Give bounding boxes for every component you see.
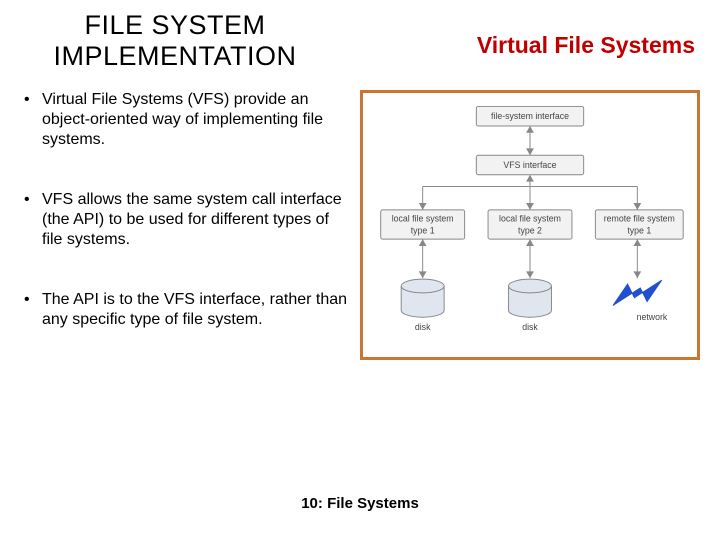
diagram-leaf1-line1: local file system (392, 214, 454, 224)
slide-footer: 10: File Systems (0, 495, 720, 512)
diagram-mid-box: VFS interface (503, 160, 556, 170)
network-label: network (637, 312, 668, 322)
bullet-list: Virtual File Systems (VFS) provide an ob… (20, 90, 350, 370)
list-item: Virtual File Systems (VFS) provide an ob… (20, 90, 350, 150)
diagram-leaf3-line2: type 1 (627, 225, 651, 235)
diagram-leaf3-line1: remote file system (604, 214, 675, 224)
disk-label-1: disk (415, 322, 431, 332)
diagram-leaf2-line2: type 2 (518, 225, 542, 235)
diagram-top-box: file-system interface (491, 111, 569, 121)
slide-title-right: Virtual File Systems (477, 32, 695, 59)
vfs-diagram: file-system interface VFS interface (360, 90, 700, 360)
list-item: The API is to the VFS interface, rather … (20, 290, 350, 330)
vfs-diagram-svg: file-system interface VFS interface (369, 99, 691, 351)
disk-icon (401, 279, 444, 317)
network-icon (613, 280, 662, 305)
disk-icon (509, 279, 552, 317)
diagram-leaf2-line1: local file system (499, 214, 561, 224)
diagram-leaf1-line2: type 1 (411, 225, 435, 235)
disk-label-2: disk (522, 322, 538, 332)
slide-title-left: FILE SYSTEM IMPLEMENTATION (20, 10, 330, 72)
list-item: VFS allows the same system call interfac… (20, 190, 350, 250)
